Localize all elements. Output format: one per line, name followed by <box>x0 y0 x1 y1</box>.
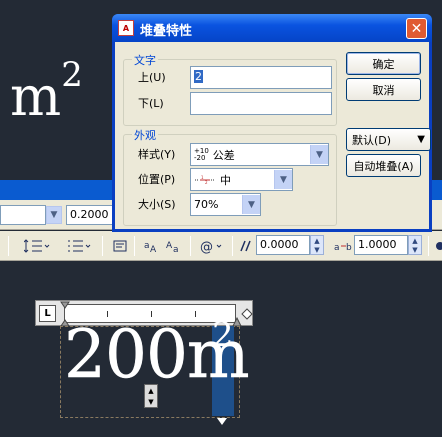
cancel-button[interactable]: 取消 <box>346 78 421 101</box>
dialog-body: 文字 上(U) 2 下(L) 外观 样式(Y) +10 -20 公差 ▼ 位置(… <box>115 42 431 229</box>
size-combo[interactable]: 70% ▼ <box>190 193 261 216</box>
style-label: 样式(Y) <box>138 148 176 161</box>
uppercase-icon[interactable]: aA <box>142 235 160 257</box>
lower-label: 下(L) <box>138 97 164 110</box>
toolbar-separator <box>102 236 103 256</box>
chevron-down-icon[interactable]: ▼ <box>310 145 328 164</box>
tab-type-icon[interactable]: L <box>39 305 56 322</box>
text-group-label: 文字 <box>132 52 158 68</box>
svg-text:a: a <box>173 245 179 254</box>
svg-text:1: 1 <box>201 175 204 180</box>
symbol-icon[interactable]: @ <box>198 235 226 257</box>
spin-up-icon[interactable]: ▲ <box>148 387 153 395</box>
position-value: 中 <box>220 173 231 187</box>
numbering-icon[interactable] <box>64 235 94 257</box>
svg-text:b: b <box>346 243 352 253</box>
upper-label: 上(U) <box>138 71 166 84</box>
upper-input-value: 2 <box>194 70 203 83</box>
svg-text:@: @ <box>200 240 213 254</box>
svg-text:A: A <box>166 241 173 251</box>
lowercase-icon[interactable]: Aa <box>164 235 182 257</box>
tolerance-style-icon: +10 -20 <box>194 147 209 162</box>
toolbar-separator <box>134 236 135 256</box>
width-factor-icon[interactable] <box>434 235 442 257</box>
tracking-icon: ab <box>334 235 354 257</box>
text-group: 文字 上(U) 2 下(L) <box>123 52 337 126</box>
frame-resize-marker-icon[interactable] <box>217 418 227 425</box>
svg-text:A: A <box>150 245 157 254</box>
spin-up-icon[interactable]: ▲ <box>314 237 319 245</box>
drawing-text-base: m <box>10 65 62 128</box>
spin-up-icon[interactable]: ▲ <box>412 237 417 245</box>
toolbar-separator <box>428 236 429 256</box>
toolbar-separator <box>232 236 233 256</box>
oblique-angle-spinner[interactable]: ▲ ▼ <box>310 235 324 255</box>
oblique-angle-icon <box>236 235 254 257</box>
font-combo-arrow-icon[interactable]: ▼ <box>46 206 62 224</box>
default-button[interactable]: 默认(D) ▼ <box>346 128 431 151</box>
autostack-button[interactable]: 自动堆叠(A) <box>346 154 421 177</box>
upper-input[interactable]: 2 <box>190 66 332 89</box>
mtext-superscript[interactable]: 2 <box>212 318 234 352</box>
dialog-titlebar[interactable]: A 堆叠特性 ✕ <box>112 14 432 42</box>
svg-text:a: a <box>144 241 150 251</box>
autocad-app-icon: A <box>118 20 134 36</box>
toolbar-separator <box>190 236 191 256</box>
oblique-angle-field[interactable]: 0.0000 <box>256 235 310 255</box>
stack-position-spinner[interactable]: ▲ ▼ <box>144 384 158 408</box>
chevron-down-icon: ▼ <box>417 134 425 145</box>
height-field[interactable]: 0.2000 <box>66 205 114 225</box>
lower-input[interactable] <box>190 92 332 115</box>
chevron-down-icon[interactable]: ▼ <box>242 195 260 214</box>
appearance-group-label: 外观 <box>132 127 158 143</box>
style-value: 公差 <box>212 148 235 162</box>
size-value: 70% <box>194 198 219 211</box>
default-button-label: 默认(D) <box>352 133 392 147</box>
style-combo[interactable]: +10 -20 公差 ▼ <box>190 143 329 166</box>
tracking-spinner[interactable]: ▲ ▼ <box>408 235 422 255</box>
svg-text:2: 2 <box>205 180 208 185</box>
center-position-icon: 12 <box>195 175 215 185</box>
font-combo[interactable] <box>0 205 46 225</box>
spin-down-icon[interactable]: ▼ <box>412 246 417 254</box>
style-icon-bottom: -20 <box>194 153 206 162</box>
close-button[interactable]: ✕ <box>406 18 427 39</box>
dialog-title: 堆叠特性 <box>140 24 193 39</box>
insert-field-icon[interactable] <box>110 235 130 257</box>
stack-properties-dialog: A 堆叠特性 ✕ 文字 上(U) 2 下(L) 外观 样式(Y) +10 -20 <box>112 14 432 232</box>
appearance-group: 外观 样式(Y) +10 -20 公差 ▼ 位置(P) 12 中 ▼ 大小(S)… <box>123 127 337 226</box>
spin-down-icon[interactable]: ▼ <box>148 398 153 406</box>
drawing-text-superscript: 2 <box>61 55 83 95</box>
svg-text:a: a <box>334 243 340 253</box>
line-spacing-icon[interactable] <box>22 235 52 257</box>
size-label: 大小(S) <box>138 198 176 211</box>
position-combo[interactable]: 12 中 ▼ <box>190 168 293 191</box>
ok-button[interactable]: 确定 <box>346 52 421 75</box>
drawing-text-m2: m2 <box>10 58 83 124</box>
paragraph-toolbar: aA Aa @ 0.0000 ▲ ▼ ab 1.0000 ▲ ▼ <box>0 231 442 261</box>
toolbar-separator <box>8 236 9 256</box>
tracking-field[interactable]: 1.0000 <box>354 235 408 255</box>
chevron-down-icon[interactable]: ▼ <box>274 170 292 189</box>
position-label: 位置(P) <box>138 173 176 186</box>
spin-down-icon[interactable]: ▼ <box>314 246 319 254</box>
